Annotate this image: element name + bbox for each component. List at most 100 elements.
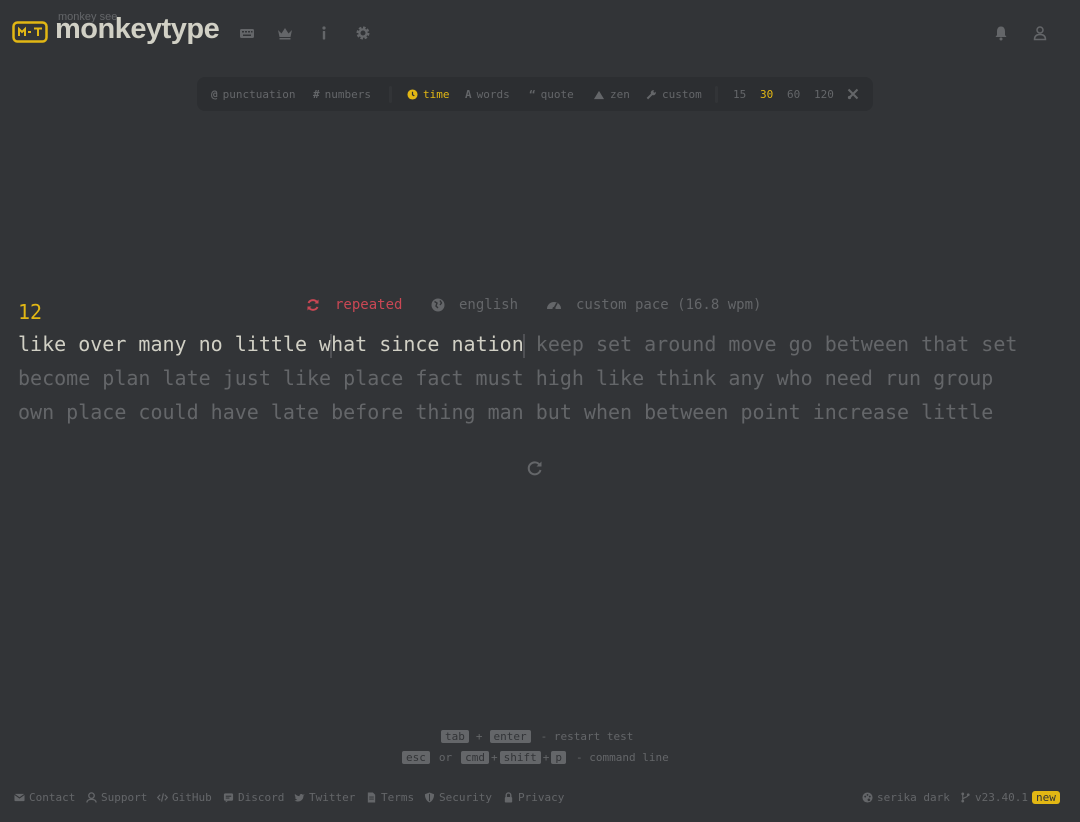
untyped-words: keep set around move go between that set bbox=[523, 332, 1018, 356]
words-line-2[interactable]: become plan late just like place fact mu… bbox=[18, 361, 1068, 395]
quote-label: quote bbox=[540, 87, 574, 101]
security-label: Security bbox=[439, 791, 492, 804]
numbers-label: numbers bbox=[324, 87, 371, 101]
tab-key: tab bbox=[441, 730, 469, 743]
code-icon bbox=[157, 793, 168, 802]
pace-caret-indicator[interactable]: custom pace (16.8 wpm) bbox=[546, 297, 761, 313]
lock-icon bbox=[504, 792, 513, 803]
palette-icon bbox=[862, 792, 873, 803]
envelope-icon bbox=[14, 793, 25, 802]
shield-icon bbox=[424, 792, 435, 803]
quote-icon: “ bbox=[529, 87, 536, 101]
punctuation-label: punctuation bbox=[222, 87, 296, 101]
crown-icon[interactable] bbox=[276, 24, 294, 42]
gear-icon[interactable] bbox=[354, 24, 372, 42]
esc-key: esc bbox=[402, 751, 430, 764]
logo-text[interactable]: monkeytype bbox=[55, 13, 220, 46]
typing-caret bbox=[522, 333, 525, 358]
github-label: GitHub bbox=[172, 791, 212, 804]
mode-zen-button[interactable]: zen bbox=[593, 77, 630, 111]
test-config-bar: @ punctuation # numbers time Awords “ quote… bbox=[197, 77, 873, 111]
footer-terms-link[interactable]: Terms bbox=[366, 791, 414, 804]
footer-support-link[interactable]: Support bbox=[86, 791, 147, 804]
language-selector[interactable]: english bbox=[431, 297, 518, 313]
document-icon bbox=[367, 792, 376, 803]
mode-time-button[interactable]: time bbox=[407, 77, 450, 111]
mode-words-button[interactable]: Awords bbox=[465, 77, 510, 111]
footer-discord-link[interactable]: Discord bbox=[223, 791, 284, 804]
redo-icon bbox=[527, 461, 542, 476]
footer-twitter-link[interactable]: Twitter bbox=[294, 791, 355, 804]
contact-label: Contact bbox=[29, 791, 76, 804]
restart-hint-text: - restart test bbox=[540, 730, 634, 743]
plus-sign: + bbox=[475, 730, 483, 743]
or-text: or bbox=[438, 751, 453, 764]
words-line-1[interactable]: like over many no little what since nati… bbox=[18, 327, 1068, 361]
mountain-icon bbox=[593, 90, 605, 99]
typed-words: like over many no little w bbox=[18, 332, 332, 356]
numbers-toggle[interactable]: # numbers bbox=[313, 77, 371, 111]
p-key: p bbox=[551, 751, 566, 764]
user-icon[interactable] bbox=[1031, 24, 1049, 42]
plus-sign: + bbox=[491, 751, 498, 764]
gauge-icon bbox=[547, 302, 561, 310]
terms-label: Terms bbox=[381, 791, 415, 804]
theme-button[interactable]: serika dark bbox=[862, 791, 950, 804]
footer-github-link[interactable]: GitHub bbox=[157, 791, 212, 804]
command-line-hint: esc or cmd + shift + p - command line bbox=[402, 751, 669, 764]
enter-key: enter bbox=[489, 730, 531, 743]
footer-privacy-link[interactable]: Privacy bbox=[503, 791, 564, 804]
footer-security-link[interactable]: Security bbox=[424, 791, 492, 804]
discord-label: Discord bbox=[238, 791, 285, 804]
divider bbox=[389, 86, 392, 103]
repeated-label: repeated bbox=[335, 297, 403, 313]
live-timer: 12 bbox=[18, 300, 43, 324]
at-icon: @ bbox=[211, 87, 218, 101]
typed-words: hat since nation bbox=[331, 332, 524, 356]
language-label: english bbox=[459, 297, 519, 313]
duration-120[interactable]: 120 bbox=[814, 77, 834, 111]
discord-icon bbox=[223, 793, 234, 803]
words-label: words bbox=[476, 87, 510, 101]
logo-icon[interactable] bbox=[12, 21, 48, 43]
bell-icon[interactable] bbox=[992, 24, 1010, 42]
tools-icon bbox=[847, 88, 859, 100]
restart-hint: tab + enter - restart test bbox=[441, 730, 633, 743]
duration-60[interactable]: 60 bbox=[787, 77, 800, 111]
custom-label: custom bbox=[662, 87, 702, 101]
new-badge: new bbox=[1031, 791, 1060, 804]
cmd-key: cmd bbox=[461, 751, 489, 764]
privacy-label: Privacy bbox=[518, 791, 565, 804]
donate-icon bbox=[86, 792, 97, 803]
zen-label: zen bbox=[610, 87, 630, 101]
duration-15[interactable]: 15 bbox=[733, 77, 746, 111]
mode-quote-button[interactable]: “ quote bbox=[529, 77, 574, 111]
version-button[interactable]: v23.40.1 new bbox=[960, 791, 1060, 804]
info-icon[interactable] bbox=[315, 24, 333, 42]
hash-icon: # bbox=[313, 87, 320, 101]
twitter-label: Twitter bbox=[309, 791, 356, 804]
divider bbox=[715, 86, 718, 103]
twitter-icon bbox=[294, 793, 305, 802]
pace-label: custom pace (16.8 wpm) bbox=[576, 297, 762, 313]
mode-custom-button[interactable]: custom bbox=[646, 77, 702, 111]
custom-duration-button[interactable] bbox=[847, 77, 859, 111]
duration-30[interactable]: 30 bbox=[760, 77, 773, 111]
pace-caret bbox=[330, 333, 333, 358]
plus-sign: + bbox=[542, 751, 550, 764]
version-label: v23.40.1 bbox=[975, 791, 1028, 804]
theme-label: serika dark bbox=[877, 791, 950, 804]
repeated-indicator[interactable]: repeated bbox=[306, 297, 402, 313]
sync-icon bbox=[307, 299, 319, 311]
support-label: Support bbox=[101, 791, 148, 804]
footer-contact-link[interactable]: Contact bbox=[14, 791, 75, 804]
clock-icon bbox=[407, 88, 418, 100]
wrench-icon bbox=[646, 89, 656, 99]
words-line-3[interactable]: own place could have late before thing m… bbox=[18, 395, 1068, 429]
shift-key: shift bbox=[499, 751, 541, 764]
keyboard-icon[interactable] bbox=[238, 24, 256, 42]
restart-button[interactable] bbox=[526, 459, 544, 477]
time-label: time bbox=[423, 87, 450, 101]
globe-icon bbox=[431, 298, 445, 312]
punctuation-toggle[interactable]: @ punctuation bbox=[211, 77, 295, 111]
